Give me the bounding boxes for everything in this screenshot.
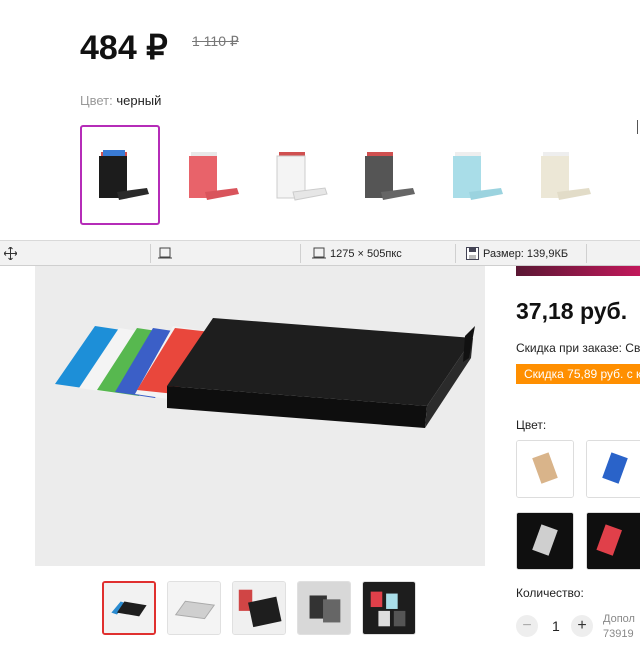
old-price: 1 110 ₽ [192,33,239,49]
card-holder-image [541,152,591,200]
swatch-light-blue[interactable] [434,125,514,225]
separator [300,244,301,263]
variant-red[interactable] [586,512,640,570]
dimensions-text: 1275 × 505пкс [330,247,402,260]
swatch-cream[interactable] [522,125,602,225]
file-size-text: Размер: 139,9КБ [483,247,569,260]
card-holder-image [365,152,415,200]
color-row: Цвет: черный [80,93,161,108]
card-holder-image [189,152,239,200]
main-product-image [35,266,485,566]
card-holder-image [453,152,503,200]
quantity-value[interactable]: 1 [552,618,560,634]
thumbnail-image [104,583,154,633]
file-size: Размер: 139,9КБ [466,247,568,260]
swatch-black[interactable] [80,125,160,225]
variant-image [587,441,640,497]
separator [586,244,587,263]
color-label: Цвет: [516,418,547,432]
thumbnail-5[interactable] [362,581,416,635]
variant-gold[interactable] [516,440,574,498]
quantity-decrease-button[interactable]: − [516,615,538,637]
quantity-increase-button[interactable]: + [571,615,593,637]
thumbnail-2[interactable] [167,581,221,635]
thumbnail-4[interactable] [297,581,351,635]
additional-info: Допол [603,613,635,625]
shop-price: 37,18 руб. [516,298,628,324]
dimensions-icon [312,247,326,259]
thumbnail-image [298,582,350,634]
save-disk-icon [466,247,479,260]
header-strip [516,266,640,276]
swatch-gray[interactable] [346,125,426,225]
color-label: Цвет: [80,93,113,108]
product-panel: 484 ₽ 1 110 ₽ Цвет: черный [0,0,640,240]
thumbnail-3[interactable] [232,581,286,635]
product-price: 484 ₽ [80,29,168,67]
variant-image [517,441,573,497]
image-viewer-status-bar: 1275 × 505пкс Размер: 139,9КБ [0,240,640,266]
card-holder-image [276,152,328,201]
crop-icon[interactable] [158,247,172,260]
thumbnail-1[interactable] [102,581,156,635]
variant-image [517,513,573,569]
purchase-panel: 37,18 руб. Скидка при заказе: Св Скидка … [500,266,640,646]
quantity-label: Количество: [516,586,584,600]
move-icon[interactable] [4,247,17,260]
thumbnail-image [168,582,220,634]
card-holder-photo [35,266,485,566]
separator [150,244,151,263]
image-dimensions: 1275 × 505пкс [312,247,402,260]
separator [455,244,456,263]
discount-badge[interactable]: Скидка 75,89 руб. с ка [516,364,640,384]
variant-silver[interactable] [516,512,574,570]
swatch-silver[interactable] [258,125,338,225]
discount-text: Скидка при заказе: Св [516,341,640,355]
shop-product-page: 37,18 руб. Скидка при заказе: Св Скидка … [0,266,640,646]
card-holder-image [99,150,149,200]
variant-blue[interactable] [586,440,640,498]
thumbnail-image [363,582,415,634]
variant-image [587,513,640,569]
color-value: черный [116,93,162,108]
stock-count: 73919 [603,628,634,640]
swatch-red[interactable] [170,125,250,225]
thumbnail-image [233,582,285,634]
